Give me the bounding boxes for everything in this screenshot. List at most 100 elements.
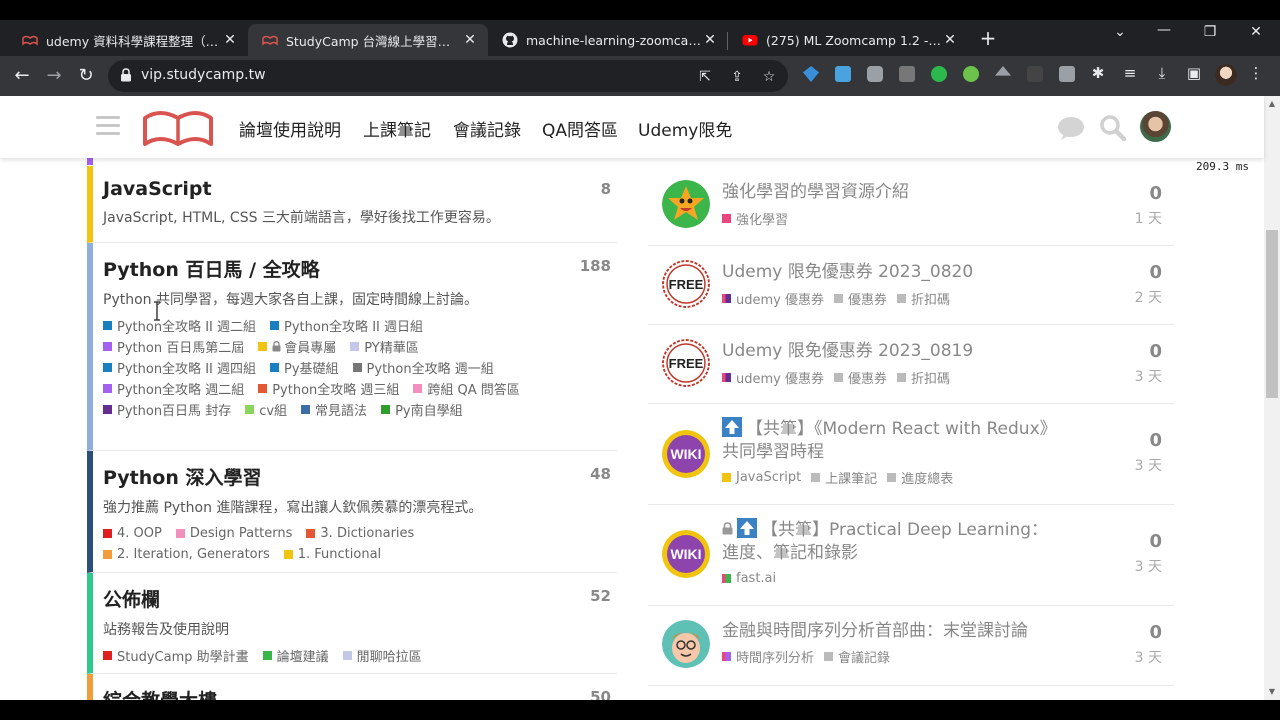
subcategory-link[interactable]: 3. Dictionaries <box>306 523 414 544</box>
extension-car-icon[interactable] <box>1027 66 1043 82</box>
extension-camera-icon[interactable] <box>867 66 883 82</box>
nav-link-guide[interactable]: 論壇使用說明 <box>239 116 341 141</box>
topic-title[interactable]: Udemy 限免優惠券 2023_0819 <box>722 340 1052 363</box>
browser-tab-4[interactable]: (275) ML Zoomcamp 1.2 - ML v ✕ <box>728 24 968 56</box>
subcategory-link[interactable]: Py南自學組 <box>381 399 463 420</box>
topic-title[interactable]: 強化學習的學習資源介紹 <box>722 181 1052 204</box>
topic-reply-count[interactable]: 0 <box>1149 531 1162 552</box>
topic-tag[interactable]: JavaScript <box>722 470 801 485</box>
category-title[interactable]: JavaScript <box>103 178 617 200</box>
extension-translate-icon[interactable] <box>899 66 915 82</box>
topic-tag[interactable]: fast.ai <box>722 571 776 586</box>
extension-share-icon[interactable] <box>963 66 979 82</box>
page-scrollbar[interactable]: ▲ ▼ <box>1264 96 1280 700</box>
browser-tab-2[interactable]: StudyCamp 台灣線上學習論壇 - ✕ <box>248 24 488 56</box>
topic-title[interactable]: 金融與時間序列分析首部曲：末堂課討論 <box>722 620 1052 643</box>
topic-activity-age[interactable]: 1 天 <box>1135 208 1162 228</box>
topic-title[interactable]: 【共筆】《Modern React with Redux》共同學習時程 <box>722 417 1052 464</box>
topic-row[interactable]: 強化學習的學習資源介紹 強化學習 0 1 天 <box>648 166 1174 246</box>
extension-window-icon[interactable] <box>835 66 851 82</box>
minimize-icon[interactable]: — <box>1152 22 1176 38</box>
forward-arrow-icon[interactable]: → <box>42 64 66 88</box>
category-title[interactable]: Python 深入學習 <box>103 463 617 490</box>
kebab-menu-icon[interactable]: ⋮ <box>1246 64 1266 82</box>
chat-bubble-icon[interactable] <box>1057 114 1085 142</box>
topic-tag[interactable]: 強化學習 <box>722 209 788 228</box>
nav-link-notes[interactable]: 上課筆記 <box>363 116 431 141</box>
back-arrow-icon[interactable]: ← <box>10 64 34 88</box>
new-tab-button[interactable]: + <box>976 26 1000 50</box>
topic-tag[interactable]: 優惠券 <box>833 368 887 387</box>
extensions-puzzle-icon[interactable]: ✱ <box>1088 64 1108 82</box>
topic-reply-count[interactable]: 0 <box>1149 430 1162 451</box>
topic-tag[interactable]: 會議記錄 <box>824 647 890 666</box>
subcategory-link[interactable]: 閒聊哈拉區 <box>342 645 422 666</box>
category-row[interactable]: 綜合教學大樓 50 <box>87 674 617 700</box>
subcategory-link[interactable]: Python全攻略 週三組 <box>258 378 399 399</box>
subcategory-link[interactable]: cv組 <box>245 399 287 420</box>
studycamp-logo[interactable] <box>142 106 214 148</box>
hamburger-menu-icon[interactable] <box>96 116 120 136</box>
open-external-icon[interactable]: ⇱ <box>696 68 714 86</box>
star-mascot-avatar[interactable] <box>662 180 710 228</box>
profile-avatar[interactable] <box>1215 64 1237 86</box>
topic-tag[interactable]: 進度總表 <box>887 468 953 487</box>
close-icon[interactable]: ✕ <box>702 32 718 48</box>
free-badge-avatar[interactable]: FREE <box>662 339 710 387</box>
topic-reply-count[interactable]: 0 <box>1149 622 1162 643</box>
topic-reply-count[interactable]: 0 <box>1149 341 1162 362</box>
browser-tab-3[interactable]: machine-learning-zoomcamp/ ✕ <box>488 24 728 56</box>
tab-search-icon[interactable]: ⌄ <box>1108 24 1132 40</box>
topic-row[interactable]: FREE Udemy 限免優惠券 2023_0819 udemy 優惠券 優惠券 折… <box>648 325 1174 404</box>
share-icon[interactable]: ⇪ <box>728 68 746 86</box>
reload-icon[interactable]: ↻ <box>74 64 98 88</box>
topic-tag[interactable]: udemy 優惠券 <box>722 289 824 308</box>
category-row[interactable]: Python 深入學習 48 強力推薦 Python 進階課程，寫出讓人欽佩羨慕… <box>87 451 617 573</box>
category-row[interactable]: JavaScript 8 JavaScript, HTML, CSS 三大前端語… <box>87 166 617 243</box>
subcategory-link[interactable]: 1. Functional <box>283 544 381 565</box>
download-icon[interactable]: ⤓ <box>1152 64 1172 82</box>
free-badge-avatar[interactable]: FREE <box>662 260 710 308</box>
wiki-badge-avatar[interactable]: WIKI <box>662 430 710 478</box>
reading-list-icon[interactable]: ≡ <box>1120 64 1140 82</box>
subcategory-link[interactable]: StudyCamp 助學計畫 <box>103 645 249 666</box>
subcategory-link[interactable]: Python全攻略 II 週日組 <box>270 315 423 336</box>
category-title[interactable]: 公佈欄 <box>103 585 617 612</box>
nav-link-qa[interactable]: QA問答區 <box>542 116 618 141</box>
topic-activity-age[interactable]: 3 天 <box>1135 455 1162 475</box>
restore-icon[interactable]: ❐ <box>1198 24 1222 40</box>
topic-reply-count[interactable]: 0 <box>1149 183 1162 204</box>
scroll-down-arrow-icon[interactable]: ▼ <box>1264 684 1280 700</box>
close-icon[interactable]: ✕ <box>462 32 478 48</box>
category-row[interactable]: Python 百日馬 / 全攻略 188 Python 共同學習，每週大家各自上… <box>87 243 617 451</box>
topic-tag[interactable]: 折扣碼 <box>897 368 950 387</box>
subcategory-link[interactable]: Python百日馬 封存 <box>103 399 231 420</box>
topic-row[interactable]: FREE Udemy 限免優惠券 2023_0820 udemy 優惠券 優惠券 折… <box>648 246 1174 325</box>
search-icon[interactable] <box>1099 114 1127 142</box>
subcategory-link[interactable]: 會員專屬 <box>258 336 336 357</box>
topic-row[interactable]: 金融與時間序列分析首部曲：末堂課討論 時間序列分析 會議記錄 0 3 天 <box>648 606 1174 686</box>
extension-evernote-icon[interactable] <box>931 66 947 82</box>
nav-link-udemy-free[interactable]: Udemy限免 <box>638 116 732 141</box>
topic-tag[interactable]: 時間序列分析 <box>722 647 814 666</box>
scroll-up-arrow-icon[interactable]: ▲ <box>1264 96 1280 112</box>
user-avatar[interactable] <box>1140 111 1171 142</box>
nav-link-meetings[interactable]: 會議記錄 <box>453 116 521 141</box>
subcategory-link[interactable]: 2. Iteration, Generators <box>103 544 270 565</box>
subcategory-link[interactable]: Python全攻略 II 週二組 <box>103 315 256 336</box>
subcategory-link[interactable]: Design Patterns <box>175 523 292 544</box>
topic-title[interactable]: 【共筆】Practical Deep Learning：進度、筆記和錄影 <box>722 518 1052 565</box>
topic-activity-age[interactable]: 3 天 <box>1135 647 1162 667</box>
close-icon[interactable]: ✕ <box>222 32 238 48</box>
topic-activity-age[interactable]: 3 天 <box>1135 366 1162 386</box>
category-title[interactable]: 綜合教學大樓 <box>103 686 617 700</box>
topic-tag[interactable]: 折扣碼 <box>897 289 950 308</box>
subcategory-link[interactable]: 跨組 QA 問答區 <box>413 378 520 399</box>
topic-tag[interactable]: 上課筆記 <box>811 468 877 487</box>
topic-reply-count[interactable]: 0 <box>1149 262 1162 283</box>
subcategory-link[interactable]: 常見語法 <box>301 399 367 420</box>
browser-tab-1[interactable]: udemy 資料科學課程整理（轉） ✕ <box>8 24 248 56</box>
close-window-icon[interactable]: ✕ <box>1244 24 1268 40</box>
scrollbar-thumb[interactable] <box>1266 230 1278 398</box>
category-title[interactable]: Python 百日馬 / 全攻略 <box>103 255 617 282</box>
